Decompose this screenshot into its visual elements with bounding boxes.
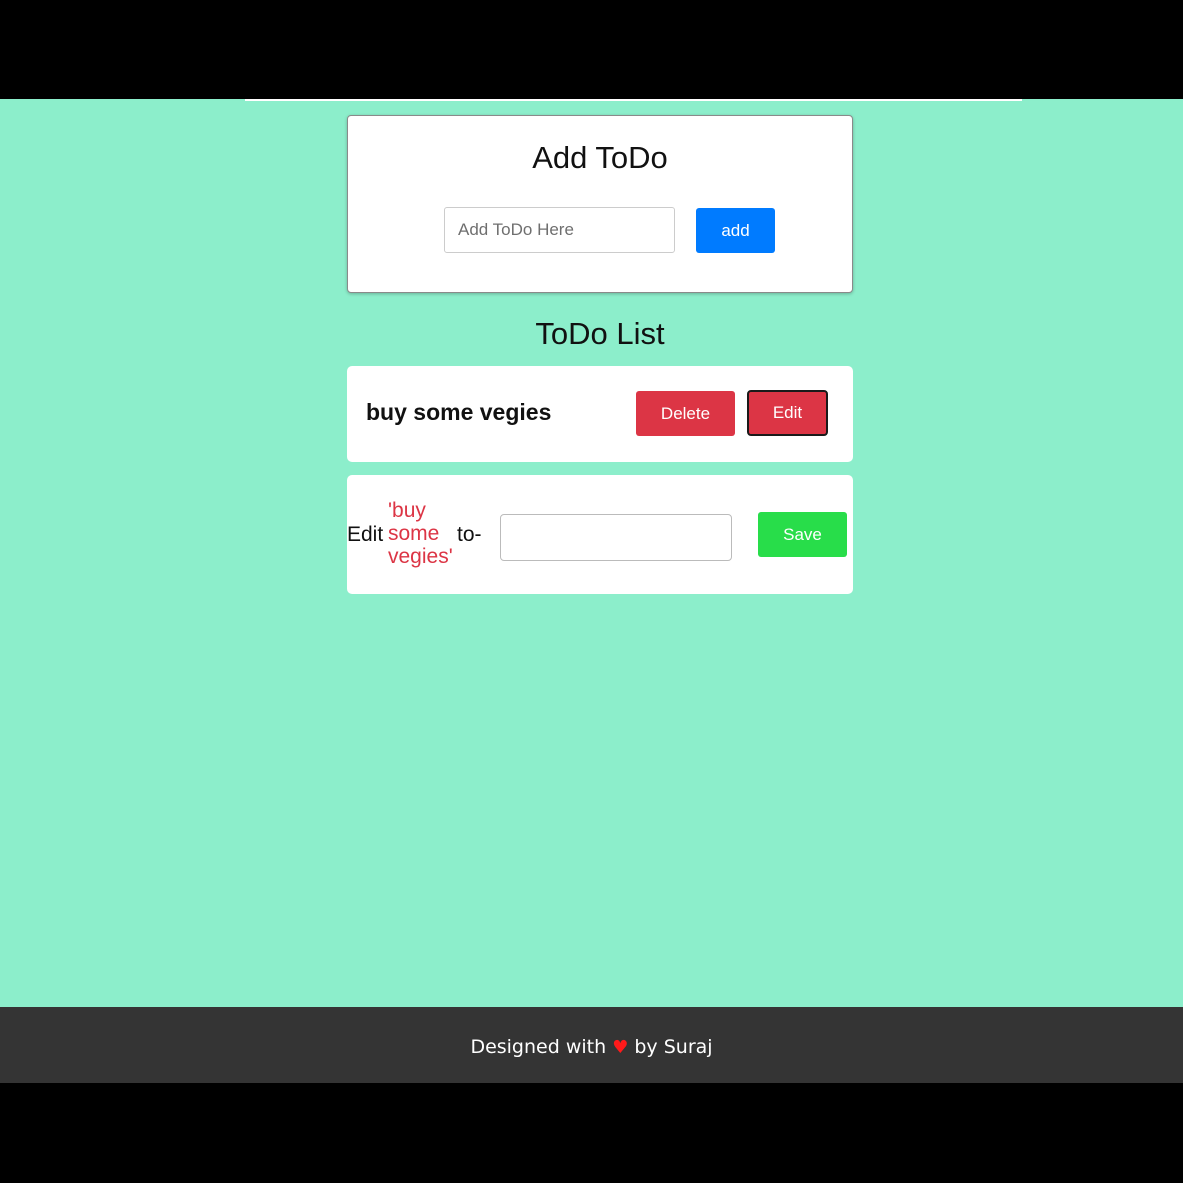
edit-todo-panel: Edit 'buy some vegies' to- Save	[347, 475, 853, 594]
app-container: Add ToDo add ToDo List buy some vegies D…	[0, 99, 1183, 1007]
edit-original-text: 'buy some vegies'	[388, 499, 453, 568]
add-button[interactable]: add	[696, 208, 775, 253]
delete-button[interactable]: Delete	[636, 391, 735, 436]
todo-item: buy some vegies Delete Edit	[347, 366, 853, 462]
todo-item-text: buy some vegies	[366, 399, 552, 425]
edit-todo-input[interactable]	[500, 514, 732, 561]
header-divider	[245, 99, 1022, 101]
footer-text-after: by Suraj	[634, 1036, 713, 1058]
footer-text-before: Designed with	[470, 1036, 607, 1058]
add-todo-input[interactable]	[444, 207, 675, 253]
edit-suffix-label: to-	[457, 523, 482, 546]
footer: Designed with ♥ by Suraj	[0, 1007, 1183, 1083]
todo-list-title: ToDo List	[535, 316, 665, 351]
add-todo-title: Add ToDo	[532, 140, 668, 175]
heart-icon: ♥	[612, 1037, 629, 1058]
save-button[interactable]: Save	[758, 512, 847, 557]
edit-prefix-label: Edit	[347, 523, 384, 546]
edit-button[interactable]: Edit	[747, 390, 828, 436]
add-todo-card: Add ToDo add	[347, 115, 853, 293]
